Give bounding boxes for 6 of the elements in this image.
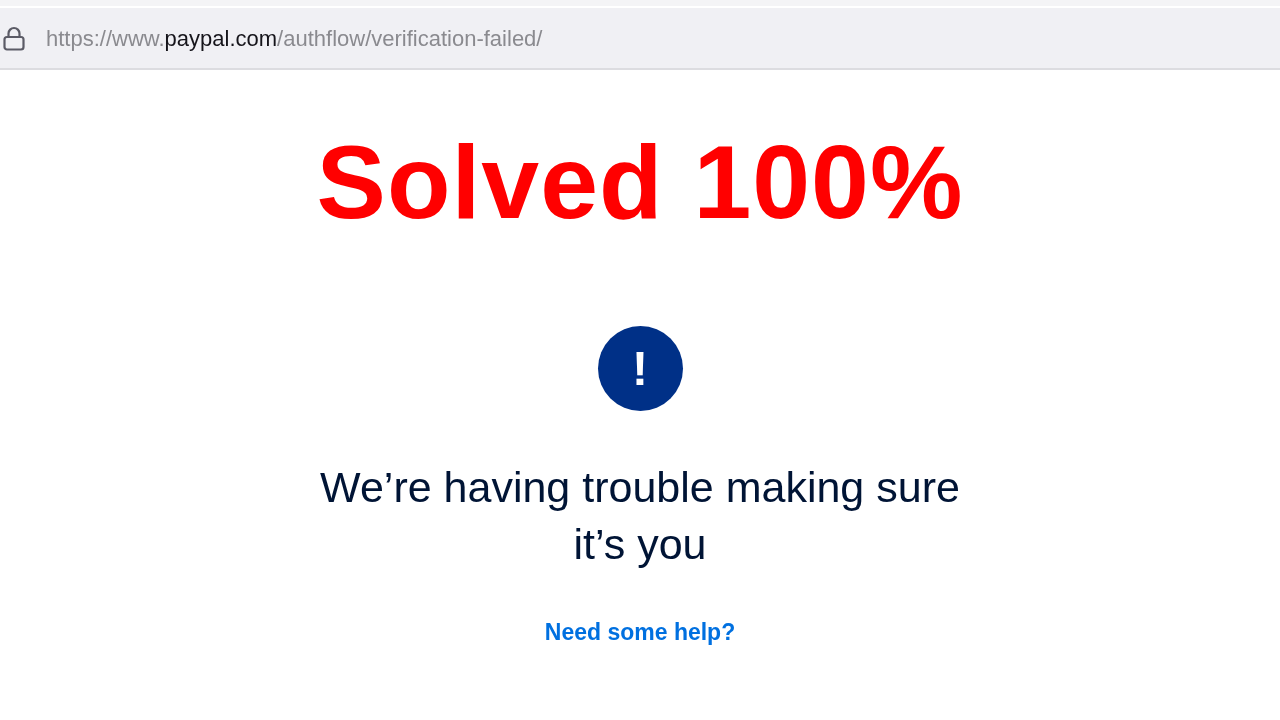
alert-heading: We’re having trouble making sure it’s you [319,462,961,570]
alert-icon: ! [597,326,683,411]
url-text[interactable]: https://www.paypal.com/authflow/verification-failed/ [46,21,543,55]
help-link[interactable]: Need some help? [544,615,736,650]
lock-icon [3,25,25,51]
overlay-caption: Solved 100% [316,123,964,242]
